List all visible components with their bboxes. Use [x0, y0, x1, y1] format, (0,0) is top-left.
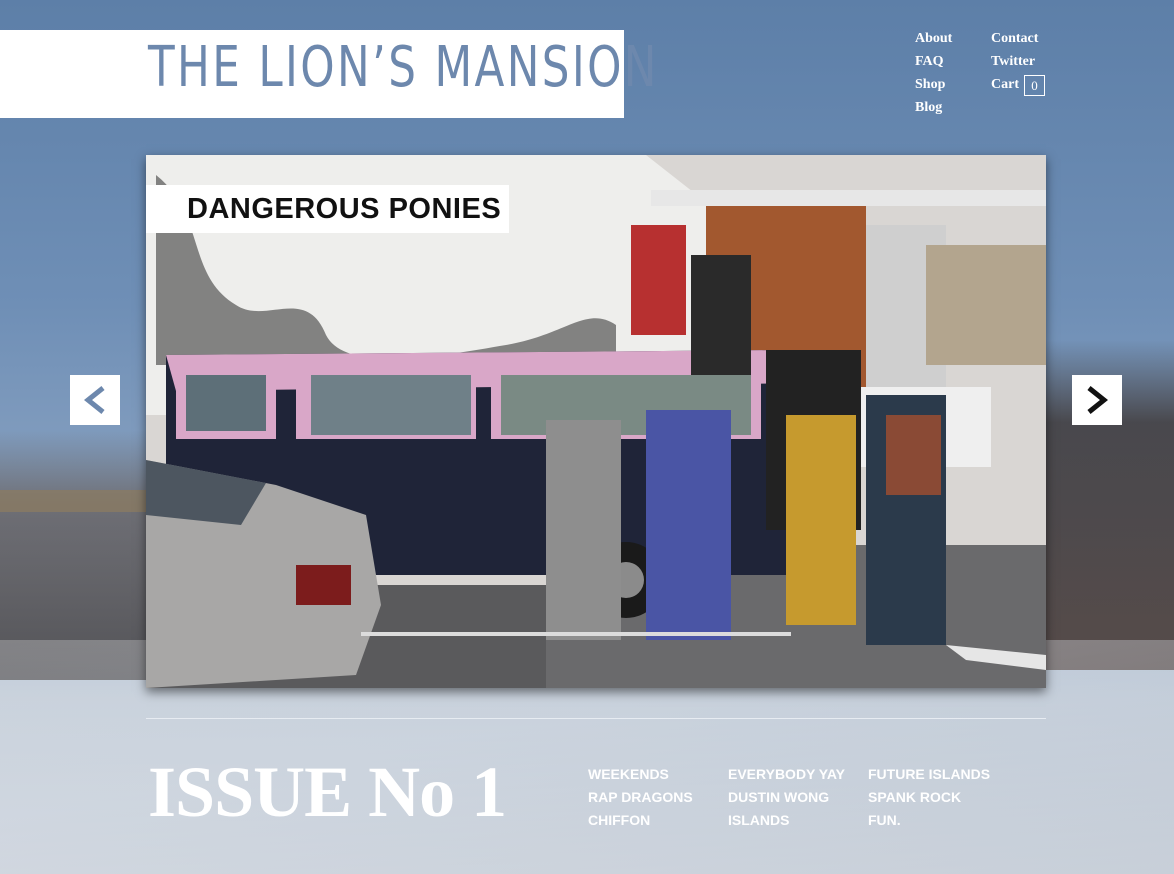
- band-link[interactable]: EVERYBODY YAY: [728, 766, 845, 782]
- nav-contact-link[interactable]: Contact: [991, 31, 1038, 47]
- slide-caption[interactable]: DANGEROUS PONIES: [187, 193, 501, 226]
- chevron-left-icon: [83, 386, 105, 414]
- slider-prev-button[interactable]: [70, 375, 120, 425]
- band-link[interactable]: CHIFFON: [588, 812, 650, 828]
- band-link[interactable]: FUTURE ISLANDS: [868, 766, 990, 782]
- featured-band-photo: [146, 155, 1046, 688]
- featured-slider[interactable]: [146, 155, 1046, 688]
- cart-count-badge[interactable]: 0: [1024, 75, 1045, 96]
- band-link[interactable]: FUN.: [868, 812, 901, 828]
- band-link[interactable]: SPANK ROCK: [868, 789, 961, 805]
- site-logo[interactable]: THE LION’S MANSION: [148, 40, 659, 96]
- band-list: WEEKENDS RAP DRAGONS CHIFFON EVERYBODY Y…: [588, 766, 1018, 836]
- chevron-right-icon: [1087, 386, 1109, 414]
- band-link[interactable]: DUSTIN WONG: [728, 789, 829, 805]
- section-divider: [146, 718, 1046, 719]
- issue-title: ISSUE No 1: [148, 752, 507, 832]
- nav-shop-link[interactable]: Shop: [915, 77, 945, 93]
- band-link[interactable]: RAP DRAGONS: [588, 789, 693, 805]
- nav-about-link[interactable]: About: [915, 31, 952, 47]
- nav-faq-link[interactable]: FAQ: [915, 54, 944, 70]
- nav-cart-link[interactable]: Cart: [991, 77, 1019, 93]
- nav-twitter-link[interactable]: Twitter: [991, 54, 1035, 70]
- band-link[interactable]: WEEKENDS: [588, 766, 669, 782]
- band-link[interactable]: ISLANDS: [728, 812, 789, 828]
- slider-next-button[interactable]: [1072, 375, 1122, 425]
- nav-blog-link[interactable]: Blog: [915, 100, 942, 116]
- top-navigation: About FAQ Shop Blog Contact Twitter Cart…: [914, 30, 1054, 120]
- background-bridge: [0, 490, 148, 512]
